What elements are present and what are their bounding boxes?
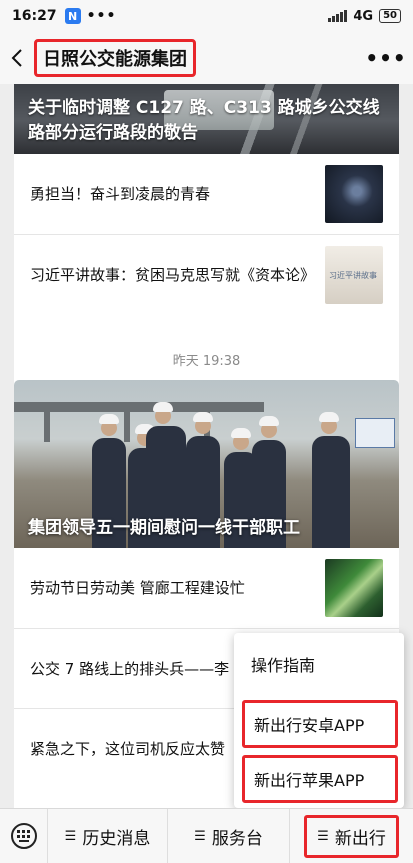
submenu-popup: 操作指南 新出行安卓APP 新出行苹果APP [234, 633, 404, 808]
article-thumbnail: 习近平讲故事 [325, 245, 383, 304]
bridge-pillar [44, 412, 50, 442]
article-title: 习近平讲故事：贫困马克思写就《资本论》 [30, 265, 316, 284]
status-indicators: 4G 50 [328, 9, 401, 24]
more-options-button[interactable]: ••• [359, 32, 413, 84]
article-item[interactable]: 习近平讲故事：贫困马克思写就《资本论》 习近平讲故事 [14, 234, 399, 314]
hero-article[interactable]: 关于临时调整 C127 路、C313 路城乡公交线路部分运行路段的敬告 [14, 84, 399, 154]
battery-icon: 50 [379, 9, 401, 23]
article-title: 劳动节日劳动美 管廊工程建设忙 [30, 579, 245, 597]
hero-image-person [312, 412, 350, 548]
menu-icon: ☰ [64, 828, 77, 844]
menu-tab-highlight: ☰ 新出行 [304, 814, 399, 858]
hero-image-sign [355, 418, 395, 448]
menu-icon: ☰ [317, 828, 329, 844]
signal-icon [328, 10, 348, 22]
nav-bar: 日照公交能源集团 ••• [0, 32, 413, 84]
menu-item-guide[interactable]: 操作指南 [234, 635, 404, 693]
keyboard-toggle-button[interactable] [0, 808, 48, 863]
message-timestamp: 昨天 19:38 [172, 354, 241, 369]
menu-item-ios-app[interactable]: 新出行苹果APP [242, 755, 398, 803]
status-bar: 16:27 N ••• 4G 50 [0, 0, 413, 32]
more-notifications-icon: ••• [86, 8, 117, 24]
menu-item-android-app[interactable]: 新出行安卓APP [242, 700, 398, 748]
menu-icon: ☰ [194, 828, 206, 844]
hero-image-bridge [14, 402, 264, 412]
network-type: 4G [353, 8, 374, 24]
article-thumbnail [325, 559, 383, 617]
menu-tab-label: 历史消息 [82, 828, 151, 849]
hero-article[interactable]: 集团领导五一期间慰问一线干部职工 [14, 380, 399, 548]
article-thumbnail [325, 165, 383, 223]
bridge-pillar [124, 412, 130, 442]
status-time: 16:27 [12, 8, 57, 24]
menu-tab-history[interactable]: ☰ 历史消息 [48, 808, 168, 863]
page-title: 日照公交能源集团 [34, 39, 196, 77]
chevron-left-icon [11, 49, 22, 67]
article-item[interactable]: 劳动节日劳动美 管廊工程建设忙 [14, 548, 399, 628]
app-notification-icon: N [64, 8, 81, 24]
menu-tab-label: 服务台 [211, 828, 263, 849]
article-title: 勇担当！奋斗到凌晨的青春 [30, 185, 211, 203]
bottom-menu-bar: ☰ 历史消息 ☰ 服务台 ☰ 新出行 [0, 808, 413, 863]
article-item[interactable]: 勇担当！奋斗到凌晨的青春 [14, 154, 399, 234]
menu-tab-service[interactable]: ☰ 服务台 [168, 808, 290, 863]
back-button[interactable] [0, 32, 34, 84]
keyboard-icon [10, 823, 37, 849]
menu-tab-new-travel[interactable]: ☰ 新出行 [290, 809, 413, 863]
hero-article-title: 关于临时调整 C127 路、C313 路城乡公交线路部分运行路段的敬告 [28, 98, 380, 143]
hero-article-title: 集团领导五一期间慰问一线干部职工 [28, 518, 300, 538]
menu-tab-label: 新出行 [334, 828, 386, 849]
thumbnail-caption: 习近平讲故事 [329, 270, 377, 280]
